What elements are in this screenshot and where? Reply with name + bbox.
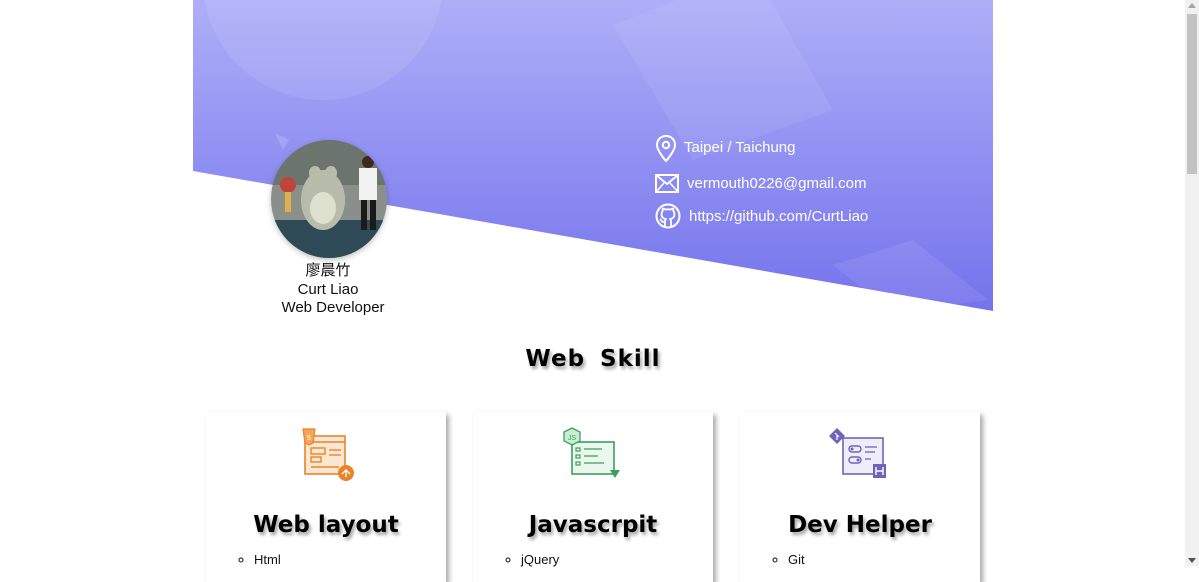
resume-page: 廖晨竹 Curt Liao Web Developer Taipei / Tai… (193, 0, 993, 582)
scroll-up-arrow-icon[interactable] (1188, 3, 1196, 8)
location-text: Taipei / Taichung (684, 138, 796, 156)
job-title: Web Developer (281, 299, 385, 316)
svg-text:5: 5 (307, 435, 311, 442)
list-item: Git (788, 552, 805, 567)
contact-email[interactable]: vermouth0226@gmail.com (655, 174, 866, 193)
contact-location: Taipei / Taichung (655, 134, 795, 164)
email-link[interactable]: vermouth0226@gmail.com (687, 175, 866, 192)
name-chinese: 廖晨竹 (305, 262, 351, 279)
javascript-code-icon: JS (563, 427, 620, 478)
svg-text:JS: JS (568, 435, 577, 442)
skill-list: Html (254, 552, 281, 567)
map-pin-icon (655, 134, 677, 163)
git-tools-icon (829, 428, 886, 478)
skill-card-dev-helper: Dev Helper Git (740, 412, 980, 582)
skill-list: jQuery (521, 552, 559, 567)
vertical-scrollbar[interactable] (1185, 0, 1199, 566)
scroll-down-arrow-icon[interactable] (1188, 558, 1196, 563)
skill-card-web-layout: 5 Web layout Html (206, 412, 446, 582)
card-title: Javascrpit (528, 512, 658, 538)
mail-icon (655, 174, 679, 193)
github-link[interactable]: https://github.com/CurtLiao (689, 208, 868, 225)
section-title: Web Skill (525, 346, 661, 372)
name-english: Curt Liao (297, 280, 359, 298)
list-item: Html (254, 552, 281, 567)
profile-name-block: 廖晨竹 Curt Liao Web Developer (253, 262, 403, 318)
list-item: jQuery (521, 552, 559, 567)
skill-card-javascript: JS Javascrpit jQuery (473, 412, 713, 582)
avatar (271, 140, 387, 258)
contact-github[interactable]: https://github.com/CurtLiao (655, 203, 868, 229)
html-layout-icon: 5 (302, 428, 354, 481)
card-title: Dev Helper (788, 512, 932, 538)
github-icon (655, 203, 681, 229)
hero-banner: 廖晨竹 Curt Liao Web Developer Taipei / Tai… (193, 0, 993, 320)
scrollbar-thumb[interactable] (1187, 14, 1197, 174)
skill-list: Git (788, 552, 805, 567)
card-title: Web layout (253, 512, 399, 538)
